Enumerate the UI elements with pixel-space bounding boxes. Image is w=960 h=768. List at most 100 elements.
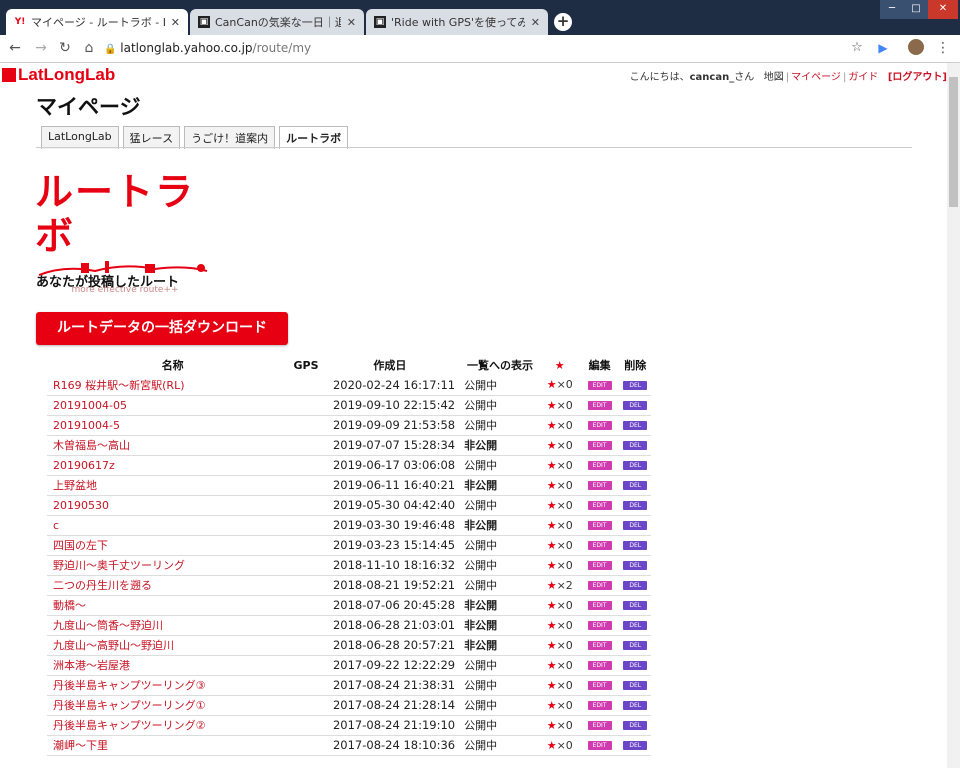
- route-name-link[interactable]: 丹後半島キャンプツーリング②: [47, 715, 293, 736]
- gps-cell: [292, 615, 320, 636]
- route-name-link[interactable]: 丹後半島キャンプツーリング①: [47, 695, 293, 716]
- tab-routelab[interactable]: ルートラボ: [279, 126, 349, 149]
- delete-button[interactable]: DEL: [623, 741, 648, 750]
- edit-button[interactable]: EDIT: [587, 461, 612, 470]
- nav-map-link[interactable]: 地図: [764, 72, 784, 83]
- delete-button[interactable]: DEL: [623, 421, 648, 430]
- close-tab-icon[interactable]: ✕: [531, 16, 540, 29]
- close-window-button[interactable]: ✕: [928, 0, 958, 19]
- bulk-download-button[interactable]: ルートデータの一括ダウンロード: [36, 312, 288, 345]
- delete-button[interactable]: DEL: [623, 661, 648, 670]
- back-arrow-icon[interactable]: ←: [6, 39, 24, 57]
- route-name-link[interactable]: 木曽福島～高山: [47, 435, 293, 456]
- routelab-logo: ルートラボ more effective route++: [35, 171, 215, 295]
- tab-directions[interactable]: うごけ！道案内: [184, 126, 276, 149]
- route-name-link[interactable]: 20190617z: [47, 455, 293, 476]
- listing-status: 公開中: [460, 495, 540, 516]
- edit-button[interactable]: EDIT: [587, 681, 612, 690]
- delete-button[interactable]: DEL: [623, 701, 648, 710]
- edit-button[interactable]: EDIT: [587, 501, 612, 510]
- reload-icon[interactable]: ↻: [56, 39, 74, 57]
- nav-mypage-link[interactable]: マイページ: [791, 72, 841, 83]
- edit-button[interactable]: EDIT: [587, 561, 612, 570]
- edit-button[interactable]: EDIT: [587, 641, 612, 650]
- edit-button[interactable]: EDIT: [587, 380, 612, 390]
- route-name-link[interactable]: 二つの丹生川を遡る: [47, 575, 293, 596]
- yahoo-favicon-icon: Y!: [14, 17, 26, 27]
- edit-button[interactable]: EDIT: [587, 701, 612, 710]
- delete-button[interactable]: DEL: [623, 601, 648, 610]
- nav-guide-link[interactable]: ガイド: [848, 72, 878, 83]
- edit-button[interactable]: EDIT: [587, 441, 612, 450]
- browser-tab-3[interactable]: ▣ 'Ride with GPS'を使ってみまし ✕: [366, 9, 548, 35]
- url-path: /route/my: [252, 41, 312, 55]
- edit-button[interactable]: EDIT: [587, 721, 612, 730]
- close-tab-icon[interactable]: ✕: [347, 16, 356, 29]
- created-date: 2018-06-28 21:03:01: [319, 615, 461, 636]
- delete-button[interactable]: DEL: [623, 721, 648, 730]
- scrollbar-thumb[interactable]: [949, 77, 958, 207]
- browser-tab-1[interactable]: Y! マイページ - ルートラボ - LatL ✕: [6, 9, 188, 35]
- translate-icon[interactable]: ▶: [874, 39, 892, 57]
- edit-button[interactable]: EDIT: [587, 661, 612, 670]
- delete-button[interactable]: DEL: [623, 521, 648, 530]
- tab-latlonglab[interactable]: LatLongLab: [41, 126, 119, 149]
- star-icon: ★: [546, 478, 557, 492]
- route-name-link[interactable]: 20190530: [47, 495, 293, 516]
- page-scrollbar[interactable]: [947, 63, 960, 768]
- route-name-link[interactable]: 四国の左下: [47, 535, 293, 556]
- route-name-link[interactable]: 野迫川～奥千丈ツーリング: [47, 555, 293, 576]
- route-name-link[interactable]: 丹後半島キャンプツーリング③: [47, 675, 293, 696]
- new-tab-button[interactable]: +: [554, 13, 572, 31]
- delete-button[interactable]: DEL: [623, 561, 648, 570]
- edit-cell: EDIT: [579, 455, 620, 476]
- route-name-link[interactable]: c: [47, 515, 293, 536]
- delete-button[interactable]: DEL: [623, 501, 648, 510]
- delete-button[interactable]: DEL: [623, 641, 648, 650]
- delete-button[interactable]: DEL: [623, 380, 648, 390]
- route-name-link[interactable]: 潮岬～下里: [47, 735, 293, 756]
- route-name-link[interactable]: 20191004-05: [47, 395, 293, 416]
- user-nav: こんにちは、cancan_さん 地図 | マイページ | ガイド [ログアウト]: [629, 72, 947, 83]
- route-name-link[interactable]: 九度山～高野山～野迫川: [47, 635, 293, 656]
- delete-button[interactable]: DEL: [623, 481, 648, 490]
- tab-race[interactable]: 猛レース: [122, 126, 181, 149]
- minimize-button[interactable]: ─: [880, 0, 904, 19]
- close-tab-icon[interactable]: ✕: [171, 16, 180, 29]
- edit-button[interactable]: EDIT: [587, 741, 612, 750]
- site-logo[interactable]: LatLongLab: [2, 65, 115, 85]
- route-name-link[interactable]: R169 桜井駅～新宮駅(RL): [47, 375, 293, 396]
- forward-arrow-icon[interactable]: →: [32, 39, 50, 57]
- delete-button[interactable]: DEL: [623, 401, 648, 410]
- greeting-suffix: さん: [734, 72, 755, 83]
- route-name-link[interactable]: 九度山～筒香～野迫川: [47, 615, 293, 636]
- menu-kebab-icon[interactable]: ⋮: [934, 39, 952, 57]
- home-icon[interactable]: ⌂: [80, 39, 98, 57]
- edit-button[interactable]: EDIT: [587, 581, 612, 590]
- created-date: 2019-09-10 22:15:42: [319, 395, 461, 416]
- browser-tab-2[interactable]: ▣ CanCanの気楽な一日｜退屈を ✕: [190, 9, 364, 35]
- edit-button[interactable]: EDIT: [587, 401, 612, 410]
- delete-button[interactable]: DEL: [623, 621, 648, 630]
- edit-button[interactable]: EDIT: [587, 421, 612, 430]
- delete-button[interactable]: DEL: [623, 581, 648, 590]
- profile-avatar[interactable]: [908, 39, 924, 55]
- edit-button[interactable]: EDIT: [587, 621, 612, 630]
- delete-button[interactable]: DEL: [623, 441, 648, 450]
- logout-link[interactable]: [ログアウト]: [888, 72, 947, 83]
- maximize-button[interactable]: □: [904, 0, 928, 19]
- bookmark-star-icon[interactable]: ☆: [848, 39, 866, 57]
- delete-button[interactable]: DEL: [623, 541, 648, 550]
- delete-button[interactable]: DEL: [623, 461, 648, 470]
- edit-button[interactable]: EDIT: [587, 541, 612, 550]
- gps-cell: [292, 375, 320, 396]
- address-bar[interactable]: 🔒 latlonglab.yahoo.co.jp/route/my: [104, 38, 834, 59]
- route-name-link[interactable]: 20191004-5: [47, 415, 293, 436]
- edit-button[interactable]: EDIT: [587, 481, 612, 490]
- delete-button[interactable]: DEL: [623, 681, 648, 690]
- route-name-link[interactable]: 洲本港～岩屋港: [47, 655, 293, 676]
- route-name-link[interactable]: 動橋～: [47, 595, 293, 616]
- edit-button[interactable]: EDIT: [587, 521, 612, 530]
- route-name-link[interactable]: 上野盆地: [47, 475, 293, 496]
- edit-button[interactable]: EDIT: [587, 601, 612, 610]
